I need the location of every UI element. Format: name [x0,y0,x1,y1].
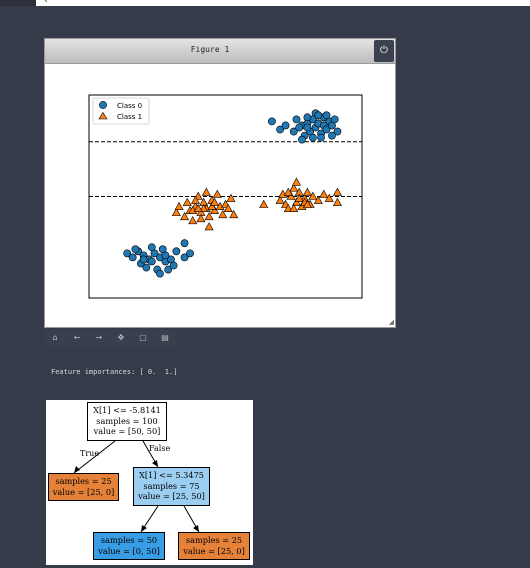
class-0-point-26 [295,123,304,132]
class-0-point-54 [139,255,148,264]
figure-header: Figure 1 ⏻ [45,39,395,64]
class-0-point-31 [128,253,137,262]
class-0-point-50 [147,243,156,252]
class-0-point-27 [308,133,317,142]
tree-leaf-right-right: samples = 25 value = [25, 0] [178,532,250,560]
class-0-point-52 [161,251,170,260]
node-samples: samples = 100 [96,415,158,426]
node-samples: samples = 50 [100,535,158,545]
figure-title: Figure 1 [190,45,230,54]
class-0-point-29 [303,113,312,122]
node-samples: samples = 75 [143,480,200,491]
legend-marker-class-0 [99,101,107,109]
class-0-point-25 [328,131,336,140]
legend-label-class-0: Class 0 [117,102,142,110]
edge-label-true: True [80,449,100,458]
figure-widget: Figure 1 ⏻ Class 0 Class 1 ◢ [44,38,396,328]
node-samples: samples = 25 [55,476,112,486]
class-0-point-22 [317,133,325,142]
power-icon[interactable]: ⏻ [374,40,394,62]
tree-leaf-left: samples = 25 value = [25, 0] [48,473,119,501]
class-0-point-37 [142,263,151,272]
node-value: value = [25, 0] [52,486,115,497]
node-value: value = [25, 0] [183,545,245,556]
back-icon[interactable]: ← [68,331,86,345]
class-0-point-21 [298,135,306,144]
feature-importances-output: Feature importances: [ 0. 1.] [51,368,178,376]
class-0-point-51 [156,269,164,278]
class-0-point-48 [180,239,189,248]
class-0-point-45 [172,247,181,256]
edge-label-false: False [149,444,171,453]
pan-icon[interactable]: ✥ [112,331,130,345]
node-value: value = [50, 50] [93,426,161,436]
class-0-point-28 [322,111,331,120]
node-value: value = [0, 50] [98,545,160,556]
previous-cell-strip: ‹ [0,0,530,6]
home-icon[interactable]: ⌂ [46,331,64,345]
tree-node-root: X[1] <= -5.8141 samples = 100 value = [5… [87,402,167,441]
tree-node-right: X[1] <= 5.3475 samples = 75 value = [25,… [133,467,210,506]
node-condition: X[1] <= -5.8141 [93,405,161,415]
edge-arrow-root-left [74,466,80,473]
class-0-point-4 [292,115,301,124]
class-0-point-17 [330,115,339,124]
node-condition: X[1] <= 5.3475 [138,470,204,480]
class-0-point-24 [314,111,323,120]
node-samples: samples = 25 [185,535,243,545]
previous-output-area [36,0,530,6]
class-0-point-53 [169,261,178,270]
class-0-point-23 [303,123,312,132]
figure-toolbar: ⌂ ← → ✥ ▢ ▤ [44,330,176,346]
edge-arrow-right-rl [141,525,147,532]
legend: Class 0 Class 1 [92,97,150,125]
scatter-plot: Class 0 Class 1 [88,94,363,299]
class-0-point-0 [268,117,276,126]
class-0-point-47 [186,249,194,258]
legend-label-class-1: Class 1 [117,113,142,121]
cell-gutter [0,0,36,6]
class-0-point-49 [131,245,140,254]
decision-tree: X[1] <= -5.8141 samples = 100 value = [5… [46,400,253,565]
class-0-point-38 [147,257,156,266]
resize-handle-icon[interactable]: ◢ [389,318,394,326]
forward-icon[interactable]: → [90,331,108,345]
zoom-icon[interactable]: ▢ [134,331,152,345]
chevron-left-icon[interactable]: ‹ [44,0,48,6]
node-value: value = [25, 50] [138,491,205,501]
figure-canvas[interactable]: Class 0 Class 1 [45,65,395,327]
save-icon[interactable]: ▤ [156,331,174,345]
tree-leaf-right-left: samples = 50 value = [0, 50] [93,532,165,560]
class-0-point-2 [281,121,290,130]
